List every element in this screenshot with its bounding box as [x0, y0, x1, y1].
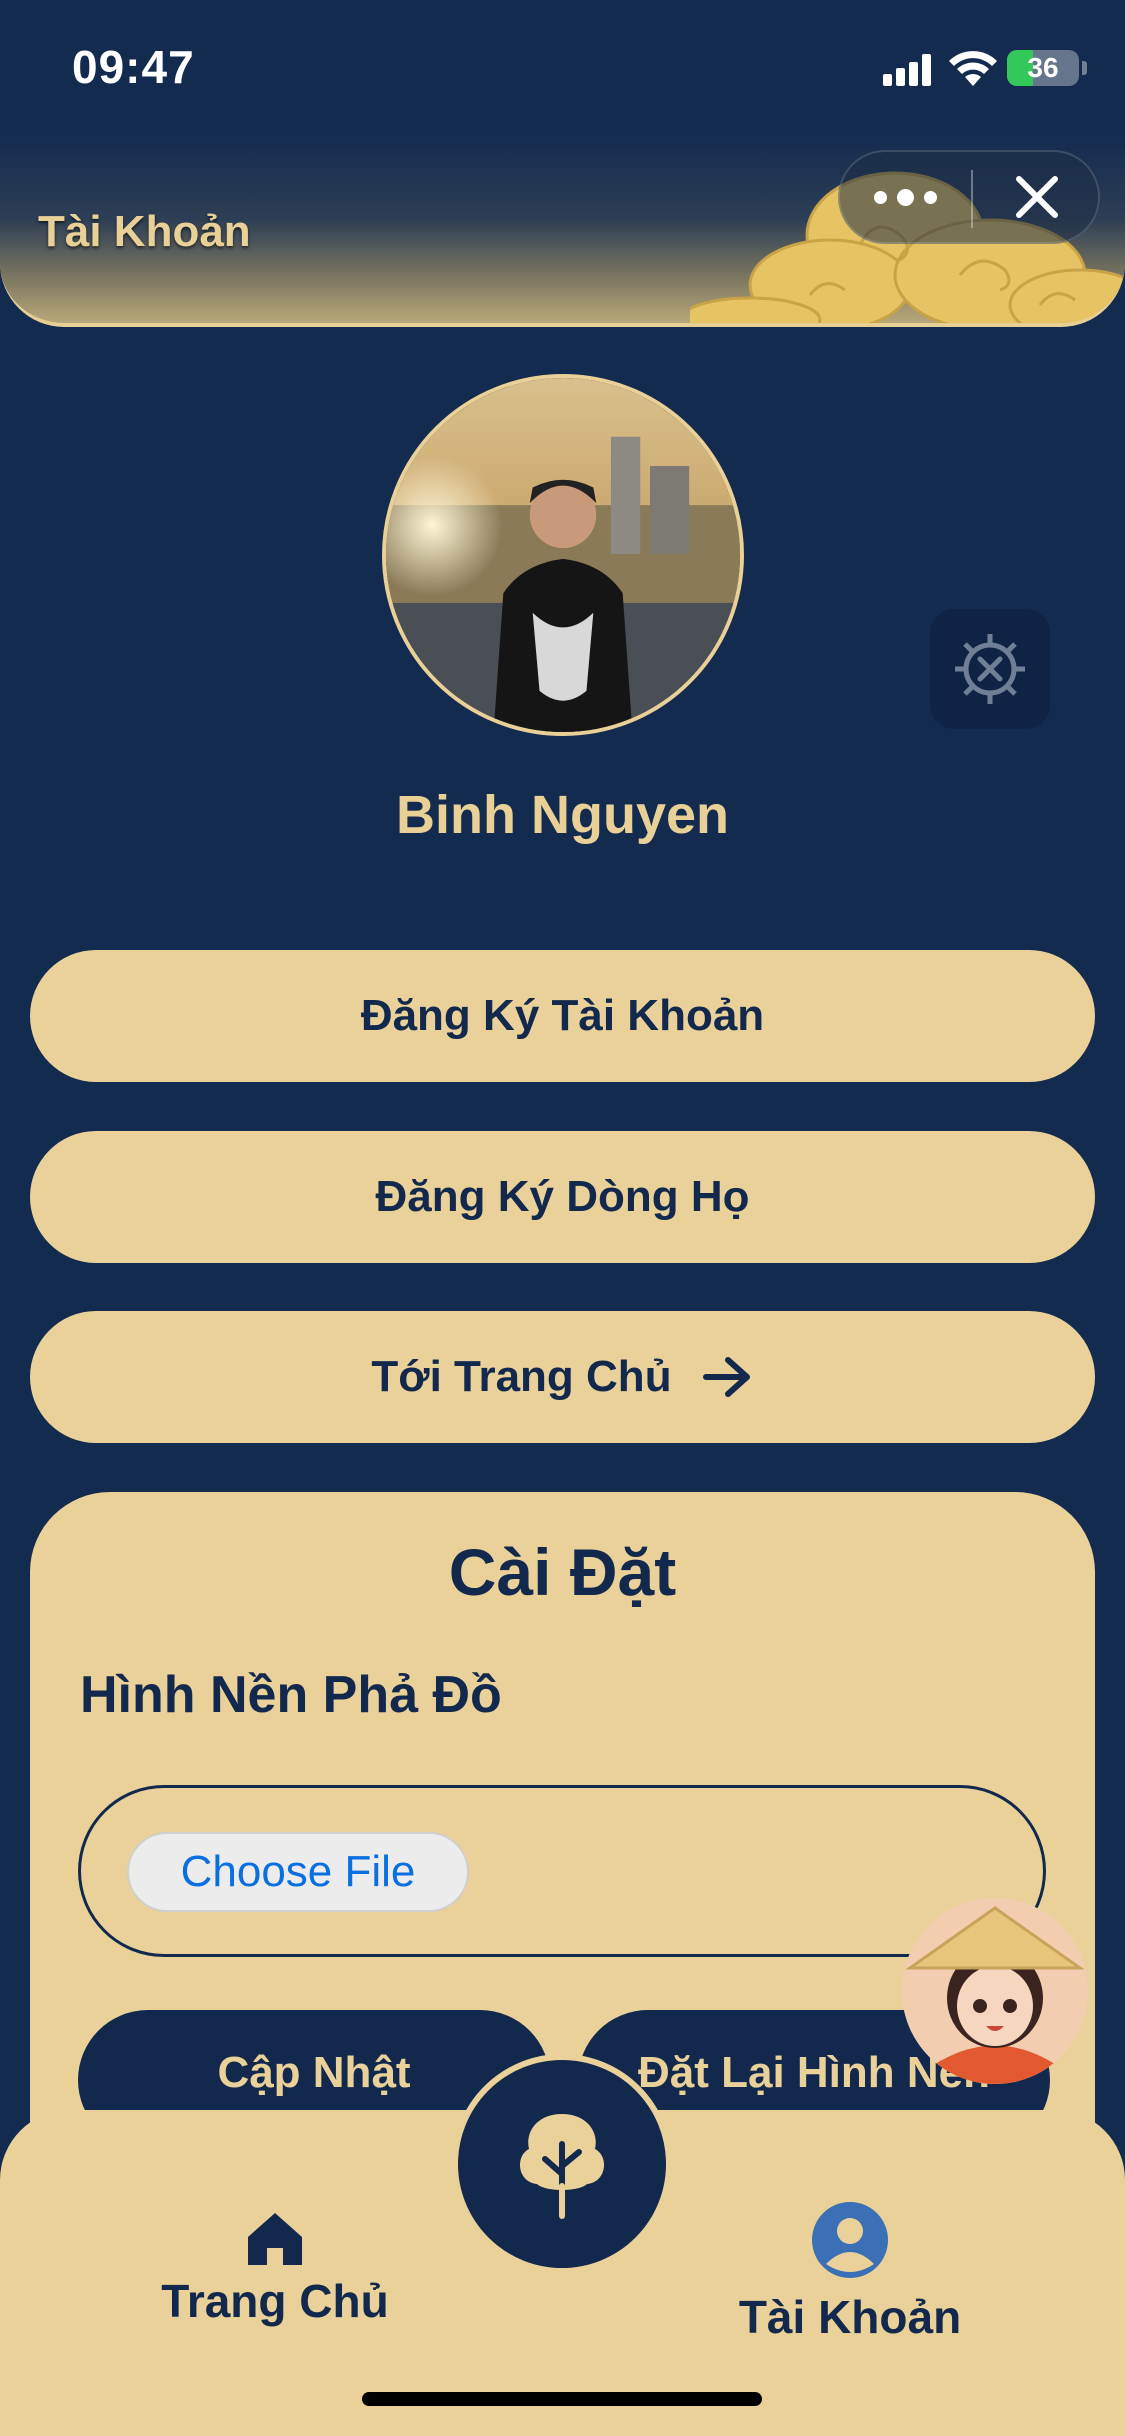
battery-level: 36: [1027, 52, 1059, 83]
choose-file-button[interactable]: Choose File: [127, 1832, 469, 1912]
status-time: 09:47: [72, 41, 195, 93]
gear-tools-icon: [955, 634, 1025, 704]
go-home-label: Tới Trang Chủ: [371, 1352, 672, 1401]
avatar[interactable]: [382, 374, 744, 736]
battery-tip: [1082, 61, 1087, 75]
nav-home-label: Trang Chủ: [161, 2275, 389, 2327]
register-family-button[interactable]: Đăng Ký Dòng Họ: [30, 1131, 1095, 1263]
wifi-icon: [949, 51, 997, 86]
page-title: Tài Khoản: [38, 207, 251, 256]
tree-icon: [519, 2114, 605, 2219]
arrow-right-icon: [702, 1357, 750, 1397]
status-bar: 09:47 36: [0, 0, 1125, 140]
home-indicator: [362, 2392, 762, 2406]
home-icon: [248, 2213, 302, 2265]
close-icon[interactable]: [973, 152, 1100, 242]
assistant-avatar[interactable]: [902, 1898, 1088, 2084]
mini-app-capsule: [838, 150, 1100, 244]
go-home-button[interactable]: Tới Trang Chủ: [30, 1311, 1095, 1443]
register-account-label: Đăng Ký Tài Khoản: [360, 991, 765, 1040]
user-circle-icon: [812, 2202, 888, 2278]
girl-conical-hat-icon: [902, 1898, 1088, 2084]
nav-account-label: Tài Khoản: [738, 2291, 962, 2343]
user-name: Binh Nguyen: [396, 785, 729, 845]
background-heading: Hình Nền Phả Đồ: [80, 1666, 502, 1724]
settings-title: Cài Đặt: [448, 1535, 677, 1609]
register-account-button[interactable]: Đăng Ký Tài Khoản: [30, 950, 1095, 1082]
profile-photo: [386, 378, 740, 732]
family-tree-button[interactable]: [452, 2054, 672, 2274]
nav-home[interactable]: Trang Chủ: [120, 2210, 430, 2328]
settings-button[interactable]: [930, 609, 1050, 729]
battery-icon: 36: [1007, 50, 1079, 86]
nav-account[interactable]: Tài Khoản: [700, 2200, 1000, 2344]
more-button[interactable]: [840, 152, 971, 242]
signal-icon: [883, 52, 933, 86]
register-family-label: Đăng Ký Dòng Họ: [375, 1172, 750, 1221]
file-input[interactable]: Choose File: [78, 1785, 1046, 1957]
